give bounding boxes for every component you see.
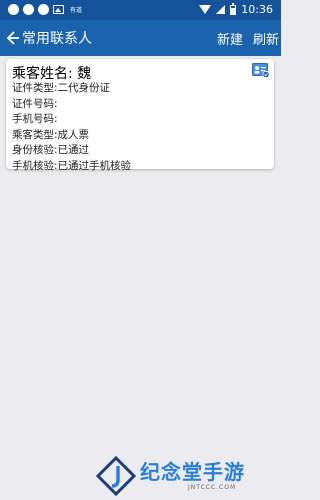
passenger-type-value: 成人票	[57, 128, 90, 141]
contact-details: 证件类型:二代身份证 证件号码: 手机号码: 乘客类型:成人票 身份核验:已通过…	[12, 81, 131, 174]
id-number-label: 证件号码:	[12, 97, 58, 110]
contact-card[interactable]: 乘客姓名: 魏 证件类型:二代身份证 证件号码: 手机号码: 乘客类型:成人票 …	[6, 59, 274, 172]
watermark: 纪念堂手游 JNTCCC.COM	[96, 452, 276, 498]
battery-icon	[230, 2, 237, 15]
app-bar: 常用联系人 新建 刷新	[0, 20, 281, 56]
passenger-type-label: 乘客类型:	[12, 128, 58, 141]
new-button[interactable]: 新建	[217, 29, 243, 48]
detail-row: 证件号码:	[12, 97, 131, 113]
detail-row: 证件类型:二代身份证	[12, 81, 131, 97]
id-type-value: 二代身份证	[57, 82, 111, 94]
identity-check-label: 身份核验:	[12, 144, 58, 156]
detail-row: 乘客类型:成人票	[12, 128, 131, 144]
notification-label: 有道	[70, 7, 83, 14]
watermark-logo-icon	[96, 456, 136, 496]
back-arrow-icon[interactable]	[6, 28, 20, 48]
notification-dot-icon	[8, 4, 19, 15]
phone-check-label: 手机核验:	[12, 159, 58, 172]
notification-dot-icon	[23, 4, 34, 15]
watermark-brand: 纪念堂手游	[140, 460, 245, 484]
page-title: 常用联系人	[22, 31, 92, 47]
id-type-label: 证件类型:	[12, 82, 58, 94]
phone-number-label: 手机号码:	[12, 113, 58, 125]
signal-icon	[216, 5, 226, 14]
passenger-name: 乘客姓名: 魏	[12, 63, 91, 83]
notification-dot-icon	[38, 4, 49, 15]
detail-row: 身份核验:已通过	[12, 143, 131, 159]
clock: 10:36	[241, 3, 273, 16]
image-icon	[53, 5, 64, 14]
refresh-button[interactable]: 刷新	[253, 29, 279, 48]
system-status: 10:36	[199, 2, 273, 16]
notification-icons: 有道	[8, 4, 82, 15]
status-bar: 有道 10:36	[0, 0, 281, 20]
passenger-name-value: 魏	[77, 66, 92, 82]
detail-row: 手机核验:已通过手机核验	[12, 159, 131, 175]
passenger-name-label: 乘客姓名:	[12, 66, 73, 82]
phone-check-value: 已通过手机核验	[57, 159, 132, 172]
identity-check-value: 已通过	[57, 144, 90, 156]
wifi-icon	[199, 5, 212, 14]
watermark-domain: JNTCCC.COM	[188, 484, 237, 491]
id-card-icon[interactable]	[252, 63, 270, 78]
detail-row: 手机号码:	[12, 112, 131, 128]
